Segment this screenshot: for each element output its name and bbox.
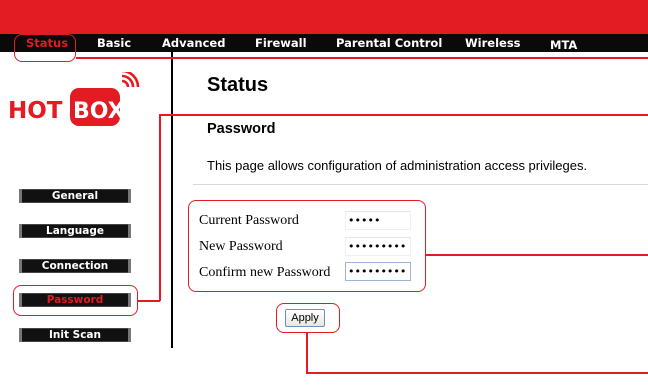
callout-line-apply-v (306, 332, 308, 373)
sidebar-item-init-scan[interactable]: Init Scan (19, 328, 131, 342)
divider (193, 184, 648, 185)
nav-wireless[interactable]: Wireless (465, 34, 521, 52)
sidebar-item-connection[interactable]: Connection (19, 259, 131, 273)
top-banner (0, 0, 648, 34)
page-description: This page allows configuration of admini… (207, 158, 588, 173)
section-title: Password (207, 121, 276, 137)
main-nav: Status Basic Advanced Firewall Parental … (0, 34, 648, 52)
nav-basic[interactable]: Basic (97, 34, 131, 52)
callout-line-apply-h (306, 372, 648, 374)
callout-line-password-h (137, 300, 160, 302)
nav-advanced[interactable]: Advanced (162, 34, 225, 52)
sidebar-item-language[interactable]: Language (19, 224, 131, 238)
callout-line-password-v (159, 114, 161, 301)
nav-mta[interactable]: MTA (550, 36, 577, 54)
hotbox-logo: HOT BOX (8, 72, 140, 126)
logo-hot-text: HOT (8, 98, 63, 124)
callout-status-tab (14, 34, 76, 62)
logo-box-text: BOX (73, 99, 125, 124)
callout-apply (276, 303, 340, 333)
nav-firewall[interactable]: Firewall (255, 34, 307, 52)
nav-parental-control[interactable]: Parental Control (336, 34, 442, 52)
callout-password-form (188, 200, 426, 292)
callout-line-form (425, 254, 648, 256)
callout-line-password-top (159, 114, 648, 116)
sidebar-divider (171, 52, 173, 348)
callout-password-item (13, 285, 138, 316)
callout-line-status (76, 57, 648, 59)
sidebar-item-general[interactable]: General (19, 189, 131, 203)
page-title: Status (207, 74, 269, 96)
